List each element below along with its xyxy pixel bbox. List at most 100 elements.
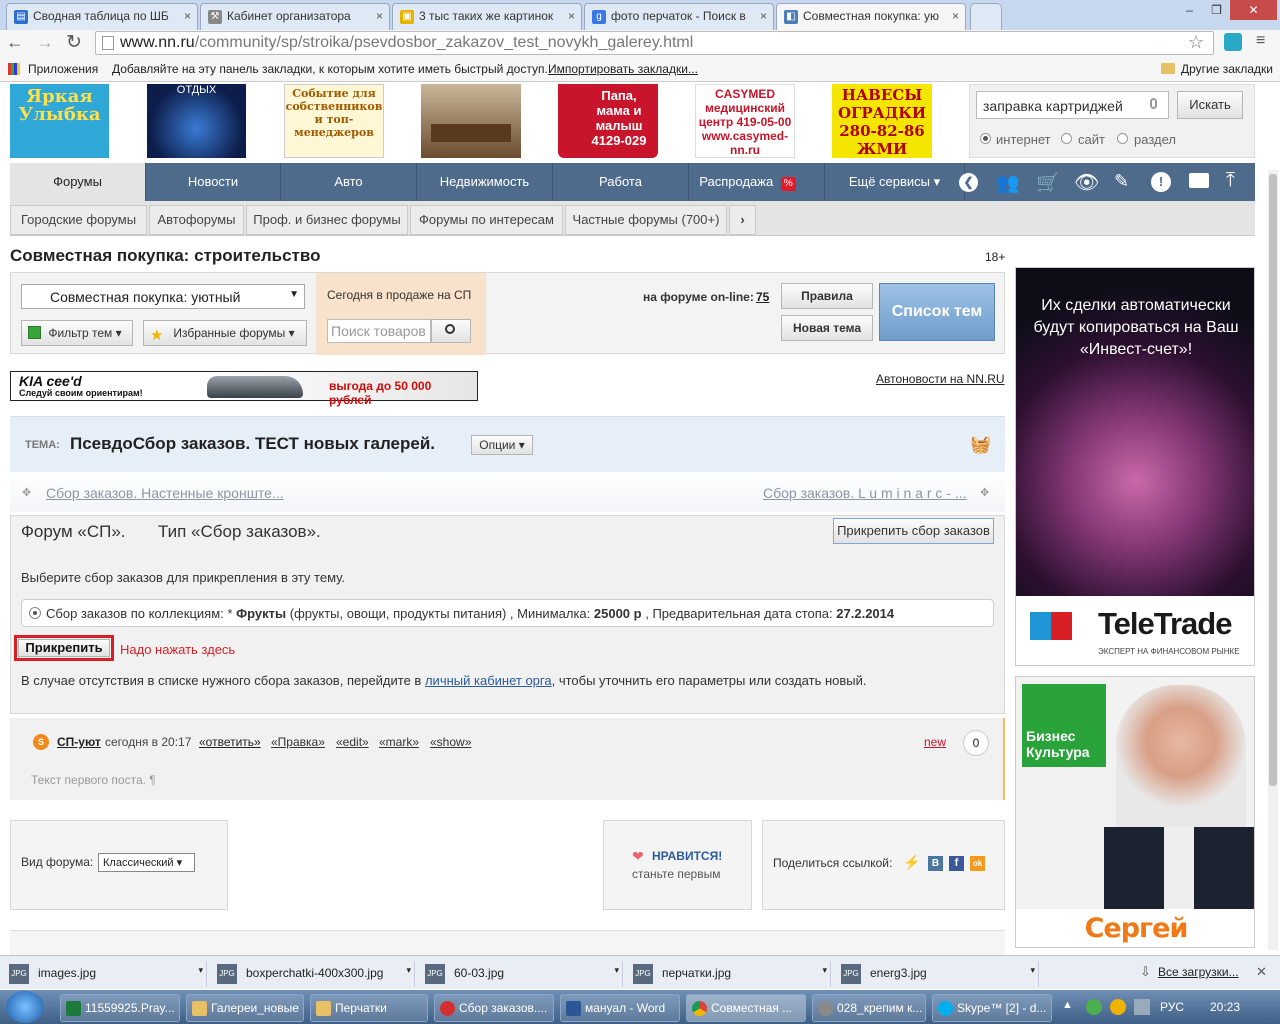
import-bookmarks-link[interactable]: Импортировать закладки... bbox=[548, 62, 698, 76]
ad-sobytie[interactable]: Событие для собственников и топ-менеджер… bbox=[284, 84, 384, 158]
autonews-link[interactable]: Автоновости на NN.RU bbox=[876, 372, 1005, 386]
taskbar-item[interactable]: 028_крепим к... bbox=[812, 994, 926, 1022]
language-indicator[interactable]: РУС bbox=[1160, 1000, 1184, 1014]
download-item[interactable]: JPG energ3.jpg ▾ bbox=[832, 961, 1039, 987]
prev-topic-link[interactable]: Сбор заказов. Настенные кронште... bbox=[46, 485, 284, 501]
tab-close-icon[interactable]: × bbox=[376, 9, 383, 23]
search-button[interactable]: Искать bbox=[1177, 91, 1243, 119]
back-arrow-icon[interactable]: ← bbox=[6, 32, 24, 53]
reply-link[interactable]: «ответить» bbox=[199, 735, 261, 749]
alert-icon[interactable]: ! bbox=[1151, 172, 1171, 192]
collapse-up-icon[interactable]: ⤒ bbox=[1226, 169, 1235, 192]
nav-news[interactable]: Новости bbox=[146, 163, 281, 201]
ad-navesy[interactable]: НАВЕСЫ ОГРАДКИ 280-82-86 ЖМИ СЮДА >>> bbox=[832, 84, 932, 158]
tray-network-icon[interactable] bbox=[1134, 999, 1150, 1015]
lightning-icon[interactable]: ⚡ bbox=[903, 854, 920, 871]
tab-svodnaya[interactable]: ▤ Сводная таблица по ШБ × bbox=[6, 3, 198, 30]
subnav-city-forums[interactable]: Городские форумы bbox=[10, 205, 147, 235]
vk-icon[interactable]: В bbox=[928, 856, 943, 871]
radio-site[interactable] bbox=[1061, 133, 1072, 144]
mark-link[interactable]: «mark» bbox=[379, 735, 419, 749]
collection-option[interactable]: Сбор заказов по коллекциям: * Фрукты (фр… bbox=[21, 599, 994, 627]
other-bookmarks[interactable]: Другие закладки bbox=[1181, 62, 1273, 76]
star-bookmark-icon[interactable]: ☆ bbox=[1188, 32, 1204, 53]
kia-banner[interactable]: KIA cee'd Следуй своим ориентирам! выгод… bbox=[10, 371, 478, 407]
eye-icon[interactable]: 👁 bbox=[1074, 170, 1099, 195]
taskbar-item[interactable]: мануал - Word bbox=[560, 994, 680, 1022]
facebook-icon[interactable]: f bbox=[949, 856, 964, 871]
product-search-input[interactable]: Поиск товаров bbox=[327, 319, 431, 343]
attach-collection-button[interactable]: Прикрепить сбор заказов bbox=[833, 518, 994, 544]
ad-otdyh[interactable]: ОТДЫХ bbox=[147, 84, 246, 158]
taskbar-item[interactable]: Совместная ... bbox=[686, 994, 806, 1022]
favorite-forums-button[interactable]: ★ Избранные форумы ▾ bbox=[143, 320, 307, 346]
tab-sovmestnaya[interactable]: ◧ Совместная покупка: ую × bbox=[776, 3, 966, 30]
subnav-private-forums[interactable]: Частные форумы (700+) bbox=[565, 205, 727, 235]
tray-arrow-icon[interactable]: ▲ bbox=[1062, 999, 1073, 1011]
scrollbar[interactable] bbox=[1268, 170, 1278, 950]
clock[interactable]: 20:23 bbox=[1210, 1000, 1240, 1014]
users-icon[interactable]: 👥 bbox=[996, 171, 1020, 195]
address-bar[interactable]: www.nn.ru/community/sp/stroika/psevdosbo… bbox=[95, 31, 1214, 55]
microphone-icon[interactable] bbox=[1150, 98, 1157, 109]
radio-section[interactable] bbox=[1117, 133, 1128, 144]
new-topic-button[interactable]: Новая тема bbox=[781, 315, 873, 341]
edit-ru-link[interactable]: «Правка» bbox=[271, 735, 325, 749]
message-icon[interactable] bbox=[1189, 173, 1209, 188]
tab-close-icon[interactable]: × bbox=[568, 9, 575, 23]
subnav-next-icon[interactable]: › bbox=[729, 205, 756, 235]
show-link[interactable]: «show» bbox=[430, 735, 471, 749]
extension-icon[interactable] bbox=[1224, 33, 1242, 51]
edit-link[interactable]: «edit» bbox=[336, 735, 369, 749]
topic-list-button[interactable]: Список тем bbox=[879, 283, 995, 341]
tab-close-icon[interactable]: × bbox=[952, 9, 959, 23]
radio-internet[interactable] bbox=[980, 133, 991, 144]
taskbar-item[interactable]: Перчатки bbox=[310, 994, 428, 1022]
taskbar-item[interactable]: Skype™ [2] - d... bbox=[932, 994, 1052, 1022]
nav-realty[interactable]: Недвижимость bbox=[417, 163, 553, 201]
basket-icon[interactable]: 🧺 bbox=[970, 435, 991, 455]
download-item[interactable]: JPG boxperchatki-400x300.jpg ▾ bbox=[208, 961, 415, 987]
collection-radio[interactable] bbox=[29, 607, 41, 619]
topic-options-button[interactable]: Опции ▾ bbox=[471, 435, 533, 455]
tab-close-icon[interactable]: × bbox=[760, 9, 767, 23]
scrollbar-thumb[interactable] bbox=[1269, 174, 1277, 786]
dropdown-arrow-icon[interactable]: ▾ bbox=[198, 965, 203, 976]
rules-button[interactable]: Правила bbox=[781, 283, 873, 309]
tab-close-icon[interactable]: × bbox=[184, 9, 191, 23]
maximize-button[interactable]: ❐ bbox=[1203, 0, 1230, 20]
forward-arrow-icon[interactable]: → bbox=[36, 32, 54, 53]
dropdown-arrow-icon[interactable]: ▾ bbox=[406, 965, 411, 976]
apps-link[interactable]: Приложения bbox=[28, 62, 98, 76]
teletrade-ad[interactable]: Их сделки автоматически будут копировать… bbox=[1015, 267, 1255, 666]
download-item[interactable]: JPG 60-03.jpg ▾ bbox=[416, 961, 623, 987]
business-culture-ad[interactable]: БизнесКультура Сергей Макшанов bbox=[1015, 676, 1255, 948]
tab-images[interactable]: ▣ 3 тыс таких же картинок × bbox=[392, 3, 582, 30]
pencil-icon[interactable]: ✎ bbox=[1114, 171, 1129, 192]
all-downloads-link[interactable]: Все загрузки... bbox=[1158, 965, 1239, 979]
pin-button[interactable]: Прикрепить bbox=[18, 639, 110, 657]
next-topic-link[interactable]: Сбор заказов. L u m i n a r c - ... bbox=[763, 485, 967, 501]
start-button[interactable] bbox=[6, 991, 44, 1023]
new-link[interactable]: new bbox=[924, 735, 946, 749]
download-item[interactable]: JPG images.jpg ▾ bbox=[0, 961, 207, 987]
forum-select[interactable]: Совместная покупка: уютный ▼ bbox=[21, 284, 305, 309]
taskbar-item[interactable]: Сбор заказов.... bbox=[434, 994, 554, 1022]
filter-topics-button[interactable]: Фильтр тем ▾ bbox=[21, 320, 133, 346]
ad-casymed[interactable]: CASYMED медицинский центр 419-05-00 www.… bbox=[695, 84, 795, 158]
dropdown-arrow-icon[interactable]: ▾ bbox=[614, 965, 619, 976]
close-downloads-icon[interactable]: ✕ bbox=[1256, 964, 1267, 980]
search-input[interactable]: заправка картриджей bbox=[976, 91, 1169, 119]
nav-more-services[interactable]: Ещё сервисы ▾ bbox=[825, 163, 965, 201]
ad-office-photo[interactable] bbox=[421, 84, 521, 158]
ad-yarkaya-ulybka[interactable]: Яркая Улыбка bbox=[10, 84, 109, 158]
download-item[interactable]: JPG перчатки.jpg ▾ bbox=[624, 961, 831, 987]
ad-papa-mama[interactable]: Папа, мама и малыш 4129-029 bbox=[558, 84, 658, 158]
taskbar-item[interactable]: 11559925.Pray... bbox=[60, 994, 180, 1022]
nav-work[interactable]: Работа bbox=[553, 163, 689, 201]
tab-google[interactable]: g фото перчаток - Поиск в × bbox=[584, 3, 774, 30]
collapse-arrow-icon[interactable]: ❮ bbox=[959, 173, 978, 192]
view-select[interactable]: Классический ▾ bbox=[98, 853, 195, 872]
org-cabinet-link[interactable]: личный кабинет орга bbox=[425, 673, 552, 688]
dropdown-arrow-icon[interactable]: ▾ bbox=[1030, 965, 1035, 976]
